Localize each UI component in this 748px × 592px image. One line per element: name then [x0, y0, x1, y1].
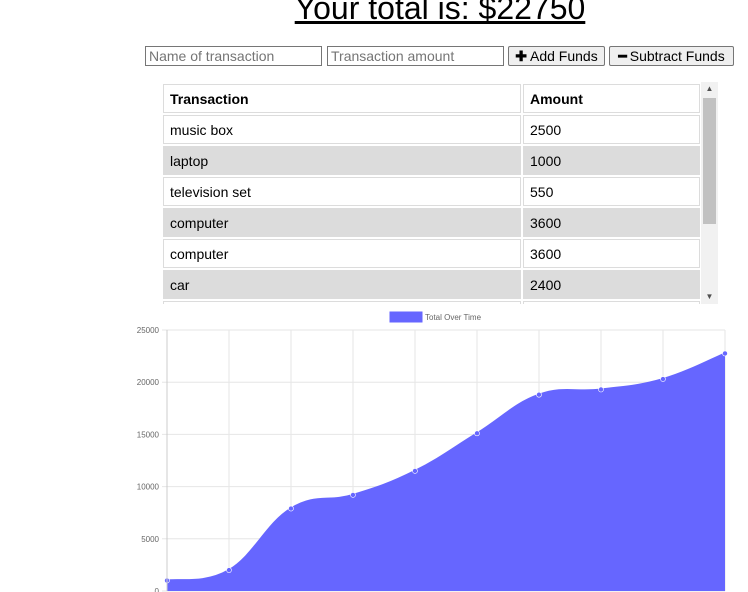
table-row: laptop 1000	[163, 146, 700, 175]
data-point	[412, 468, 418, 474]
table-row: television set 550	[163, 177, 700, 206]
transaction-name-cell: music box	[163, 115, 521, 144]
data-point	[598, 386, 604, 393]
plus-icon: ✚	[515, 48, 527, 64]
legend-swatch	[389, 311, 423, 323]
add-funds-button[interactable]: ✚ Add Funds	[508, 46, 605, 66]
transaction-column-header: Transaction	[163, 84, 521, 113]
transaction-amount-cell: 3600	[523, 208, 700, 237]
scroll-down-arrow-icon[interactable]: ▼	[701, 290, 718, 304]
table-row: computer 3600	[163, 208, 700, 237]
data-point	[350, 492, 356, 498]
transaction-name-cell: laptop	[163, 146, 521, 175]
series-area	[167, 353, 725, 591]
total-heading: Your total is: $22750	[294, 0, 586, 26]
transaction-name-input[interactable]	[145, 46, 322, 66]
y-tick-label: 5000	[141, 535, 159, 544]
table-row: music box 2500	[163, 115, 700, 144]
transaction-name-cell	[163, 301, 521, 304]
subtract-funds-button[interactable]: ━ Subtract Funds	[609, 46, 734, 66]
data-point	[288, 505, 294, 512]
amount-column-header: Amount	[523, 84, 700, 113]
add-funds-label: Add Funds	[530, 48, 598, 64]
transaction-amount-cell: 550	[523, 177, 700, 206]
table-row: car 2400	[163, 270, 700, 299]
transaction-amount-cell: 2400	[523, 270, 700, 299]
legend-label: Total Over Time	[425, 313, 482, 322]
data-point	[226, 567, 232, 573]
y-tick-label: 20000	[137, 378, 160, 387]
table-row	[163, 301, 700, 304]
transaction-amount-cell: 3600	[523, 239, 700, 268]
y-tick-label: 0	[155, 587, 160, 592]
transaction-name-cell: television set	[163, 177, 521, 206]
transaction-name-cell: car	[163, 270, 521, 299]
transaction-name-cell: computer	[163, 239, 521, 268]
table-header-row: Transaction Amount	[163, 84, 700, 113]
scroll-thumb[interactable]	[703, 98, 716, 224]
y-tick-label: 15000	[137, 430, 160, 439]
transaction-amount-cell	[523, 301, 700, 304]
transactions-table: Transaction Amount music box 2500 laptop…	[161, 82, 702, 304]
transactions-table-container[interactable]: Transaction Amount music box 2500 laptop…	[161, 82, 718, 304]
data-point	[536, 391, 542, 398]
subtract-funds-label: Subtract Funds	[629, 48, 725, 64]
data-point	[474, 430, 480, 437]
table-scrollbar[interactable]: ▲ ▼	[701, 82, 718, 304]
y-tick-label: 25000	[137, 326, 160, 335]
data-point	[660, 376, 666, 382]
minus-icon: ━	[618, 48, 627, 64]
scroll-up-arrow-icon[interactable]: ▲	[701, 82, 718, 96]
transaction-amount-cell: 2500	[523, 115, 700, 144]
table-row: computer 3600	[163, 239, 700, 268]
transaction-name-cell: computer	[163, 208, 521, 237]
data-point	[722, 350, 728, 357]
transaction-amount-cell: 1000	[523, 146, 700, 175]
total-over-time-chart: 0 5000 10000 15000 20000 25000 Total Over Time	[137, 311, 728, 592]
y-tick-label: 10000	[137, 483, 160, 492]
transaction-amount-input[interactable]	[327, 46, 504, 66]
